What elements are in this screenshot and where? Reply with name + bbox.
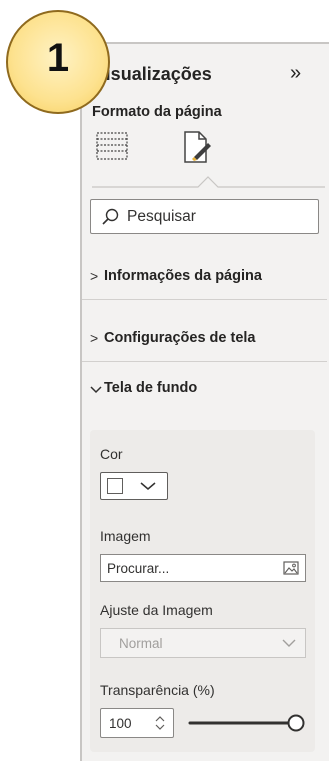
transparency-label: Transparência (%) (100, 682, 215, 698)
chevron-down-icon (282, 639, 296, 647)
visualizations-pane: Visualizações » Formato da página Pesqui… (80, 42, 329, 761)
page-format-subtitle: Formato da página (92, 104, 222, 120)
transparency-slider[interactable] (188, 712, 308, 734)
build-visual-icon[interactable] (96, 132, 128, 160)
section-label: Informações da página (104, 268, 262, 284)
color-label: Cor (100, 446, 123, 462)
image-fit-label: Ajuste da Imagem (100, 602, 213, 618)
section-label: Tela de fundo (104, 380, 198, 396)
image-icon (283, 561, 299, 575)
color-swatch (107, 478, 123, 494)
pane-title: Visualizações (94, 64, 212, 84)
search-icon (102, 208, 119, 225)
step-number: 1 (46, 36, 70, 80)
image-fit-value: Normal (119, 636, 163, 651)
search-placeholder: Pesquisar (127, 208, 196, 225)
section-label: Configurações de tela (104, 330, 256, 346)
section-page-information[interactable]: > Informações da página (82, 254, 327, 300)
section-canvas-background[interactable]: Tela de fundo (82, 366, 327, 412)
color-picker[interactable] (100, 472, 168, 500)
step-number-badge: 1 (6, 10, 110, 114)
spin-buttons-icon[interactable] (153, 713, 167, 733)
transparency-value: 100 (109, 716, 132, 731)
double-chevron-right-icon[interactable]: » (290, 62, 301, 85)
chevron-down-icon (140, 482, 156, 490)
chevron-right-icon: > (90, 330, 99, 346)
format-page-icon[interactable] (182, 130, 212, 164)
image-fit-select[interactable]: Normal (100, 628, 306, 658)
image-browse-input[interactable]: Procurar... (100, 554, 306, 582)
search-input[interactable]: Pesquisar (90, 199, 319, 234)
image-label: Imagem (100, 528, 151, 544)
background-settings-card: Cor Imagem Procurar... Ajuste da Imagem … (90, 430, 315, 752)
section-canvas-settings[interactable]: > Configurações de tela (82, 316, 327, 362)
active-tab-indicator (92, 176, 325, 188)
chevron-down-icon (90, 386, 102, 394)
transparency-input[interactable]: 100 (100, 708, 174, 738)
chevron-right-icon: > (90, 268, 99, 284)
browse-text: Procurar... (107, 561, 170, 576)
